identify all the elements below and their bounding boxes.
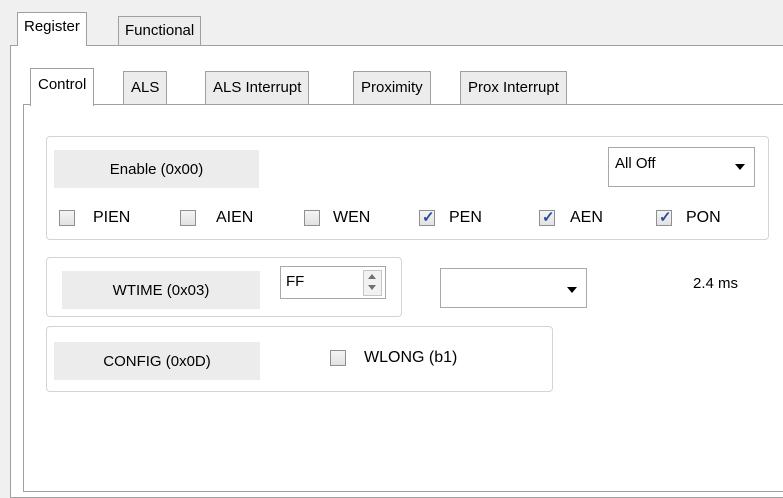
checkbox-pon-box[interactable]: ✓	[656, 209, 672, 226]
checkbox-aen-label: AEN	[570, 209, 603, 226]
checkbox-aen-box[interactable]: ✓	[539, 209, 555, 226]
checkmark-icon: ✓	[659, 209, 672, 226]
tab-functional[interactable]: Functional	[118, 16, 202, 46]
checkbox-pon-label: PON	[686, 209, 721, 226]
wtime-group: WTIME (0x03) FF	[46, 257, 402, 317]
checkbox-pien-box[interactable]	[59, 210, 75, 226]
checkbox-wlong-box[interactable]	[330, 350, 346, 366]
stepper-buttons[interactable]	[363, 270, 382, 296]
checkbox-aen[interactable]: ✓ AEN	[539, 209, 639, 229]
tab-als-interrupt[interactable]: ALS Interrupt	[205, 71, 310, 105]
tab-proximity[interactable]: Proximity	[353, 71, 431, 105]
enable-group: Enable (0x00) All Off PIEN AIEN WEN ✓ PE…	[46, 136, 769, 240]
tab-prox-interrupt[interactable]: Prox Interrupt	[460, 71, 567, 105]
wtime-time-readout: 2.4 ms	[693, 275, 739, 292]
checkbox-aien-label: AIEN	[216, 209, 254, 226]
wtime-label-text: WTIME (0x03)	[112, 281, 210, 299]
tab-control-label: Control	[38, 76, 87, 93]
checkbox-aien-box[interactable]	[180, 210, 196, 226]
tab-als-label: ALS	[131, 79, 160, 96]
checkmark-icon: ✓	[422, 209, 435, 226]
wtime-dropdown[interactable]	[440, 268, 587, 308]
tab-prox-interrupt-label: Prox Interrupt	[468, 79, 559, 96]
config-label: CONFIG (0x0D)	[54, 342, 260, 380]
enable-preset-value: All Off	[615, 155, 656, 172]
checkbox-pien-label: PIEN	[93, 209, 131, 226]
tab-als[interactable]: ALS	[123, 71, 168, 105]
wtime-value: FF	[286, 273, 305, 290]
checkbox-wlong[interactable]: WLONG (b1)	[330, 349, 500, 369]
tab-register-label: Register	[24, 18, 80, 35]
checkbox-pon[interactable]: ✓ PON	[656, 209, 756, 229]
wtime-label: WTIME (0x03)	[62, 271, 260, 309]
config-group: CONFIG (0x0D) WLONG (b1)	[46, 326, 553, 392]
tab-functional-label: Functional	[125, 22, 195, 39]
checkbox-pen-box[interactable]: ✓	[419, 209, 435, 226]
tab-proximity-label: Proximity	[361, 79, 423, 96]
checkbox-pen-label: PEN	[449, 209, 482, 226]
chevron-down-icon	[735, 164, 745, 170]
chevron-down-icon	[567, 287, 577, 293]
enable-label: Enable (0x00)	[54, 150, 259, 188]
checkmark-icon: ✓	[542, 209, 555, 226]
checkbox-wen-label: WEN	[333, 209, 371, 226]
config-label-text: CONFIG (0x0D)	[103, 352, 211, 370]
stepper-down-icon[interactable]	[368, 285, 376, 290]
checkbox-wlong-label: WLONG (b1)	[364, 349, 458, 366]
enable-label-text: Enable (0x00)	[109, 160, 204, 178]
tab-control[interactable]: Control	[30, 68, 95, 106]
stepper-up-icon[interactable]	[368, 274, 376, 279]
checkbox-pien[interactable]: PIEN	[59, 209, 169, 229]
wtime-stepper[interactable]: FF	[280, 266, 386, 299]
checkbox-wen[interactable]: WEN	[304, 209, 404, 229]
checkbox-wen-box[interactable]	[304, 210, 320, 226]
checkbox-aien[interactable]: AIEN	[180, 209, 290, 229]
checkbox-pen[interactable]: ✓ PEN	[419, 209, 519, 229]
enable-preset-dropdown[interactable]: All Off	[608, 147, 755, 187]
tab-als-interrupt-label: ALS Interrupt	[213, 79, 302, 96]
tab-register[interactable]: Register	[17, 12, 87, 46]
